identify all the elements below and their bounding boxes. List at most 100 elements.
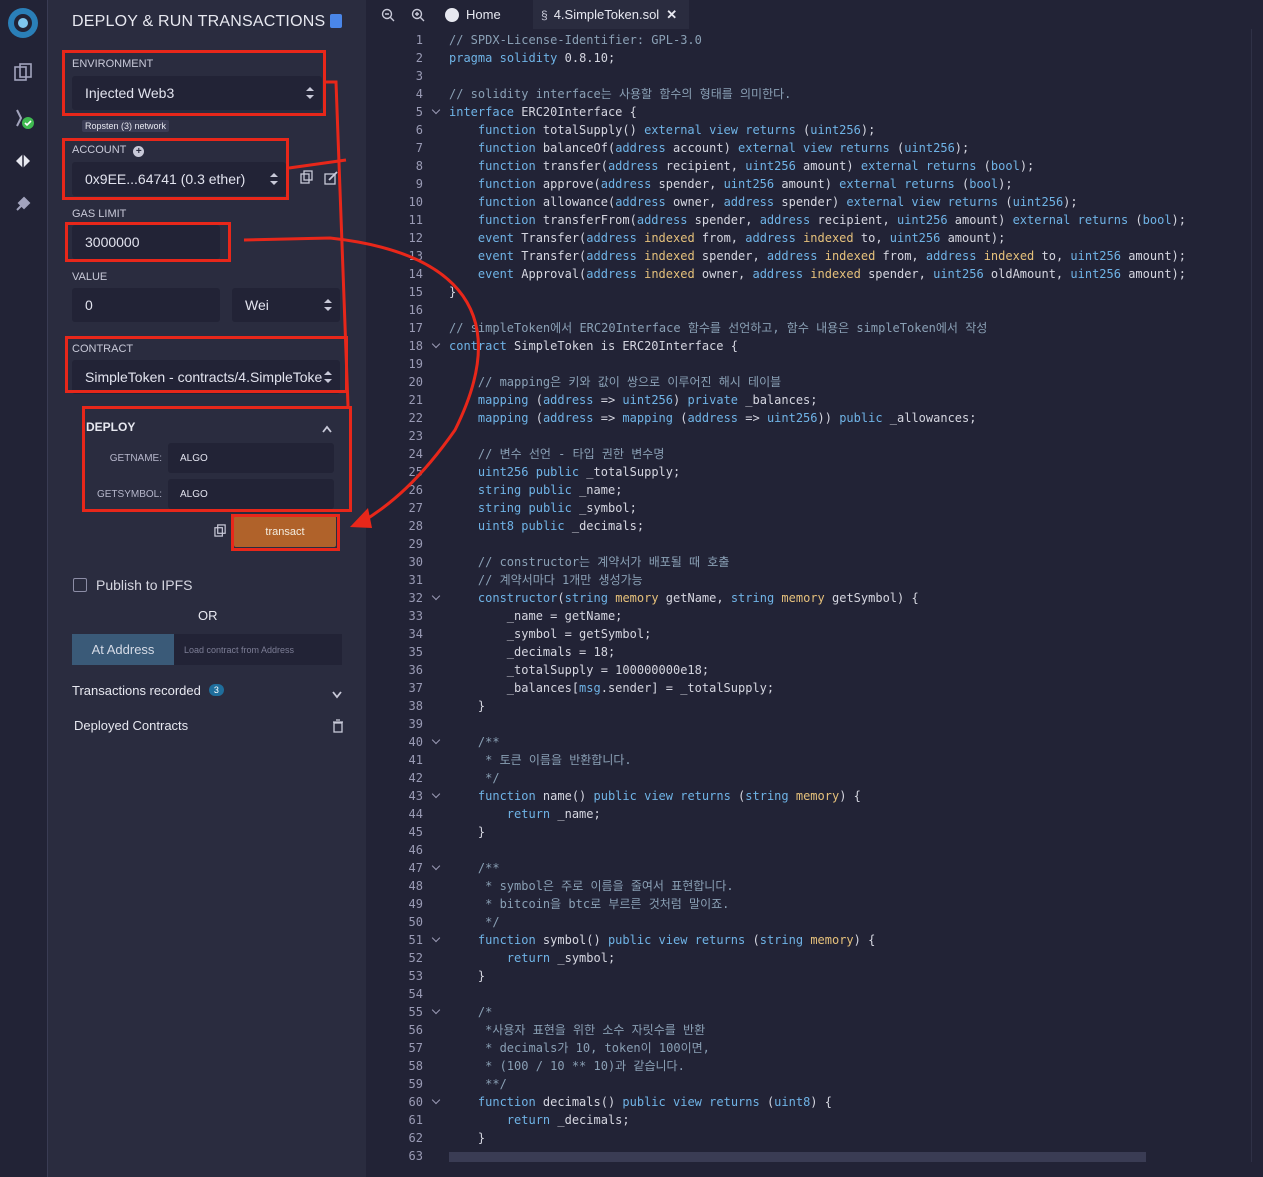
line-number: 54 — [408, 987, 423, 1001]
code-line: // simpleToken에서 ERC20Interface 함수를 선언하고… — [449, 321, 988, 335]
at-address-input[interactable]: Load contract from Address — [174, 634, 342, 665]
transactions-recorded[interactable]: Transactions recorded 3 — [72, 683, 224, 698]
copy-calldata-icon[interactable] — [214, 524, 227, 540]
code-line: // constructor는 계약서가 배포될 때 호출 — [449, 555, 730, 569]
deploy-run-icon[interactable] — [9, 147, 37, 175]
line-number: 38 — [408, 699, 423, 713]
network-badge: Ropsten (3) network — [82, 120, 170, 132]
code-line: * decimals가 10, token이 100이면, — [449, 1041, 710, 1055]
fold-chevron-icon[interactable] — [433, 593, 441, 601]
line-number: 58 — [408, 1059, 423, 1073]
code-line: // 계약서마다 1개만 생성가능 — [449, 573, 643, 587]
fold-chevron-icon[interactable] — [433, 935, 441, 943]
line-number: 1 — [415, 33, 423, 47]
line-number: 51 — [408, 933, 423, 947]
param-input-getsymbol[interactable]: ALGO — [168, 479, 334, 509]
expand-chevron-icon[interactable] — [332, 686, 342, 704]
line-number: 34 — [408, 627, 423, 641]
fold-chevron-icon[interactable] — [433, 1097, 441, 1105]
code-line: */ — [449, 771, 500, 785]
remix-logo-icon[interactable] — [6, 6, 40, 40]
fold-chevron-icon[interactable] — [433, 1007, 441, 1015]
sign-message-icon[interactable] — [324, 171, 338, 188]
fold-chevron-icon[interactable] — [433, 863, 441, 871]
publish-ipfs-label: Publish to IPFS — [96, 577, 193, 593]
value-unit: Wei — [245, 297, 269, 313]
zoom-out-icon[interactable] — [381, 0, 395, 29]
line-number: 62 — [408, 1131, 423, 1145]
code-line: function balanceOf(address account) exte… — [477, 141, 970, 155]
line-number: 50 — [408, 915, 423, 929]
line-number: 23 — [408, 429, 423, 443]
value-input[interactable]: 0 — [72, 288, 220, 322]
tab-simpletoken-label: 4.SimpleToken.sol — [553, 7, 660, 22]
line-number: 44 — [408, 807, 423, 821]
horizontal-scrollbar[interactable] — [449, 1152, 1146, 1162]
line-number: 33 — [408, 609, 423, 623]
line-number: 59 — [408, 1077, 423, 1091]
copy-address-icon[interactable] — [300, 170, 314, 187]
gas-limit-input[interactable]: 3000000 — [72, 225, 220, 259]
code-line: event Approval(address indexed owner, ad… — [477, 267, 1186, 281]
line-number: 45 — [408, 825, 423, 839]
fold-chevron-icon[interactable] — [433, 341, 441, 349]
tab-home[interactable]: Home — [445, 0, 533, 29]
line-number: 10 — [408, 195, 423, 209]
line-number: 39 — [408, 717, 423, 731]
add-account-icon[interactable]: + — [133, 146, 145, 157]
line-number: 28 — [408, 519, 423, 533]
deploy-section: DEPLOY GETNAME: ALGO GETSYMBOL: ALGO — [84, 408, 347, 513]
contract-select[interactable]: SimpleToken - contracts/4.SimpleToke — [72, 360, 340, 394]
line-number: 14 — [408, 267, 423, 281]
transactions-count-badge: 3 — [208, 684, 224, 696]
line-number: 29 — [408, 537, 423, 551]
code-line: event Transfer(address indexed from, add… — [477, 231, 1006, 245]
close-icon[interactable]: ✕ — [666, 7, 677, 23]
plugin-manager-icon[interactable] — [9, 190, 37, 218]
select-arrows-icon — [324, 299, 332, 311]
account-select[interactable]: 0x9EE...64741 (0.3 ether) — [72, 162, 286, 196]
line-number: 15 — [408, 285, 423, 299]
publish-ipfs-checkbox[interactable] — [73, 578, 87, 592]
transactions-label: Transactions recorded — [72, 683, 201, 698]
code-line: } — [449, 699, 486, 713]
editor-tabbar: Home § 4.SimpleToken.sol ✕ — [367, 0, 1263, 29]
file-explorer-icon[interactable] — [9, 58, 37, 86]
environment-select[interactable]: Injected Web3 — [72, 76, 322, 110]
zoom-in-icon[interactable] — [411, 0, 425, 29]
trash-icon[interactable] — [332, 719, 344, 738]
code-line: } — [449, 1131, 486, 1145]
collapse-chevron-icon[interactable] — [322, 420, 332, 438]
fold-chevron-icon[interactable] — [433, 107, 441, 115]
home-icon — [445, 7, 459, 22]
code-line: uint8 public _decimals; — [477, 519, 645, 533]
code-line: event Transfer(address indexed spender, … — [477, 249, 1187, 263]
code-line: /* — [449, 1005, 493, 1019]
line-number: 24 — [408, 447, 423, 461]
transact-button[interactable]: transact — [234, 516, 336, 547]
param-input-getname[interactable]: ALGO — [168, 443, 334, 473]
code-line: string public _name; — [477, 483, 623, 497]
fold-chevron-icon[interactable] — [433, 737, 441, 745]
line-number: 21 — [408, 393, 423, 407]
value-unit-select[interactable]: Wei — [232, 288, 340, 322]
code-line: mapping (address => uint256) private _ba… — [477, 393, 818, 407]
select-arrows-icon — [306, 87, 314, 99]
code-line: function transfer(address recipient, uin… — [477, 159, 1035, 173]
line-number: 36 — [408, 663, 423, 677]
line-number: 37 — [408, 681, 423, 695]
tab-simpletoken[interactable]: § 4.SimpleToken.sol ✕ — [533, 0, 689, 29]
at-address-button[interactable]: At Address — [72, 634, 174, 665]
line-number: 11 — [408, 213, 423, 227]
line-number: 3 — [415, 69, 423, 83]
line-number: 43 — [408, 789, 423, 803]
line-number: 17 — [408, 321, 423, 335]
fold-chevron-icon[interactable] — [433, 791, 441, 799]
code-editor[interactable]: 1 2 3 4 5 6 7 8 9 10 11 12 13 14 15 16 17 18 19 20 21 22 23 24 2… — [367, 29, 1263, 1177]
line-number: 4 — [415, 87, 423, 101]
gas-limit-value: 3000000 — [85, 234, 140, 250]
compiler-icon[interactable] — [9, 104, 37, 132]
documentation-icon[interactable] — [330, 14, 342, 28]
line-number: 27 — [408, 501, 423, 515]
line-number: 5 — [415, 105, 423, 119]
